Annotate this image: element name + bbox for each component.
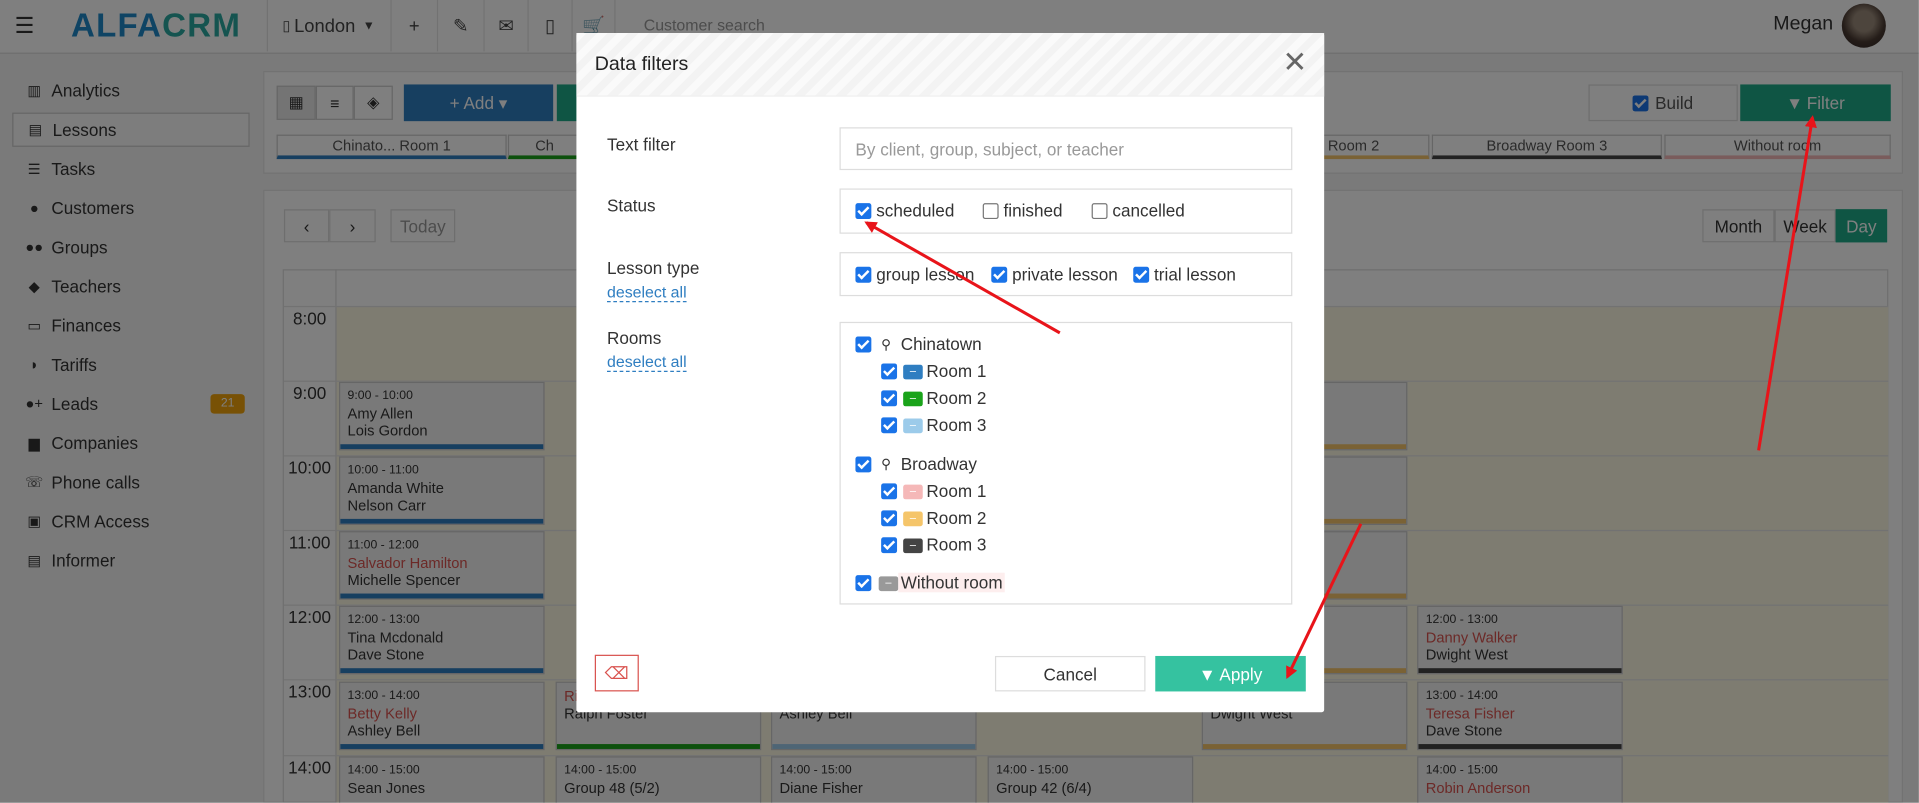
room-label: Room 3	[926, 534, 987, 555]
status-options: scheduled finished cancelled	[839, 188, 1293, 234]
room-color-swatch: –	[903, 484, 923, 500]
room-checkbox[interactable]	[881, 417, 898, 434]
text-filter-input[interactable]: By client, group, subject, or teacher	[839, 127, 1293, 171]
lesson-type-group-lesson-checkbox[interactable]	[855, 266, 872, 283]
map-marker-icon: ⚲	[881, 337, 892, 353]
room-checkbox[interactable]	[881, 510, 898, 527]
lesson-type-private-lesson-checkbox[interactable]	[991, 266, 1008, 283]
filter-icon: ▼	[1198, 663, 1216, 684]
rooms-options: ⚲ Chinatown – Room 1– Room 2– Room 3 ⚲ Broadway…	[839, 321, 1293, 605]
status-finished-checkbox[interactable]	[982, 203, 999, 220]
rooms-label: Rooms	[607, 327, 662, 348]
room-color-swatch: –	[878, 576, 899, 592]
modal-title: Data filters	[594, 53, 689, 75]
lesson-type-group-lesson-label: group lesson	[876, 264, 975, 284]
room-label: Room 2	[926, 507, 987, 528]
without-room-checkbox[interactable]	[855, 575, 872, 592]
room-label: Room 2	[926, 387, 987, 408]
status-label: Status	[607, 195, 656, 216]
room-label: Room 3	[926, 414, 987, 435]
room-checkbox[interactable]	[881, 363, 898, 380]
branch-label: Chinatown	[900, 334, 982, 354]
room-checkbox[interactable]	[881, 483, 898, 500]
modal-header	[576, 33, 1325, 97]
lesson-type-label: Lesson type	[607, 258, 700, 278]
status-finished-label: finished	[1003, 200, 1063, 221]
lesson-type-options: group lesson private lesson trial lesson	[839, 252, 1293, 297]
room-color-swatch: –	[903, 391, 923, 407]
cancel-button[interactable]: Cancel	[994, 655, 1146, 692]
lesson-type-trial-lesson-label: trial lesson	[1154, 264, 1236, 284]
room-checkbox[interactable]	[881, 537, 898, 554]
data-filters-modal: Data filters ✕ Text filter By client, gr…	[576, 33, 1325, 713]
without-room-label: Without room	[898, 572, 1006, 593]
room-color-swatch: –	[903, 418, 923, 434]
lesson-type-trial-lesson-checkbox[interactable]	[1133, 266, 1150, 283]
apply-button[interactable]: ▼ Apply	[1155, 655, 1306, 692]
eraser-icon[interactable]: ⌫	[594, 654, 639, 692]
room-color-swatch: –	[903, 364, 923, 380]
status-cancelled-checkbox[interactable]	[1091, 203, 1108, 220]
room-color-swatch: –	[903, 538, 923, 554]
room-label: Room 1	[926, 480, 987, 501]
branch-chinatown-checkbox[interactable]	[855, 336, 872, 353]
room-checkbox[interactable]	[881, 390, 898, 407]
rooms-deselect-all[interactable]: deselect all	[607, 352, 687, 373]
branch-broadway-checkbox[interactable]	[855, 456, 872, 473]
close-icon[interactable]: ✕	[1283, 48, 1308, 78]
lesson-type-deselect-all[interactable]: deselect all	[607, 283, 687, 303]
status-cancelled-label: cancelled	[1112, 200, 1185, 221]
lesson-type-private-lesson-label: private lesson	[1012, 264, 1118, 284]
status-scheduled-checkbox[interactable]	[855, 203, 872, 220]
room-color-swatch: –	[903, 511, 923, 527]
map-marker-icon: ⚲	[881, 457, 892, 473]
status-scheduled-label: scheduled	[876, 200, 955, 221]
text-filter-label: Text filter	[607, 134, 676, 155]
room-label: Room 1	[926, 361, 987, 381]
branch-label: Broadway	[900, 454, 977, 474]
